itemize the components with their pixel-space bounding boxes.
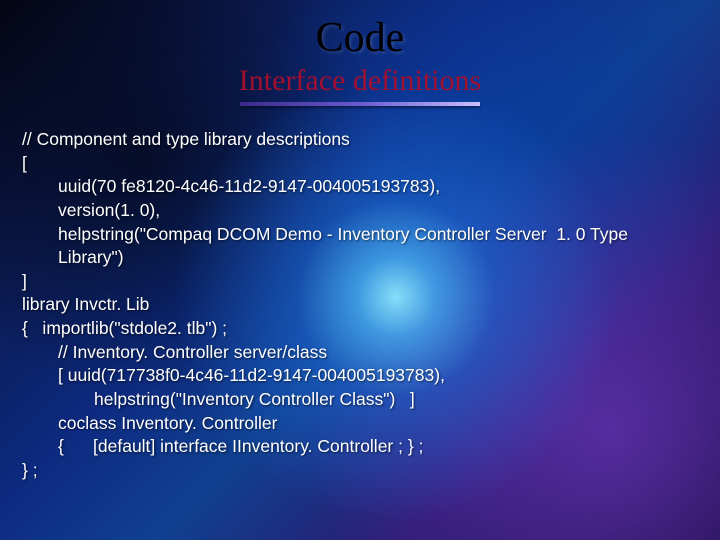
code-line: uuid(70 fe8120-4c46-11d2-9147-0040051937… (22, 175, 692, 199)
code-block: // Component and type library descriptio… (0, 106, 720, 482)
code-line: coclass Inventory. Controller (22, 412, 692, 436)
code-line: helpstring("Compaq DCOM Demo - Inventory… (22, 223, 692, 270)
title-block: Code Interface definitions (0, 0, 720, 106)
code-line: [ uuid(717738f0-4c46-11d2-9147-004005193… (22, 364, 692, 388)
slide-subtitle: Interface definitions (0, 64, 720, 98)
code-line: { [default] interface IInventory. Contro… (22, 435, 692, 459)
code-line: { importlib("stdole2. tlb") ; (22, 317, 692, 341)
slide: Code Interface definitions // Component … (0, 0, 720, 540)
code-line: // Inventory. Controller server/class (22, 341, 692, 365)
code-line: ] (22, 270, 692, 294)
code-line: // Component and type library descriptio… (22, 128, 692, 152)
code-line: version(1. 0), (22, 199, 692, 223)
code-line: library Invctr. Lib (22, 293, 692, 317)
code-line: helpstring("Inventory Controller Class")… (22, 388, 692, 412)
code-line: [ (22, 152, 692, 176)
code-line: } ; (22, 459, 692, 483)
slide-title: Code (0, 14, 720, 62)
